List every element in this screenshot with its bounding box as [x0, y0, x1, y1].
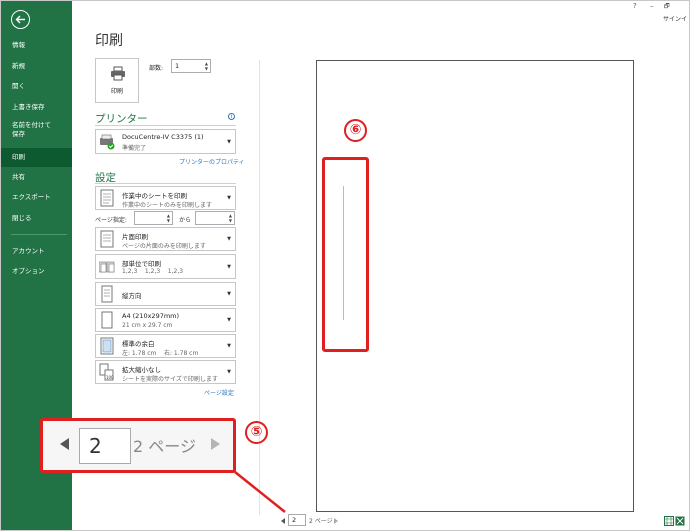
next-page-icon[interactable] — [334, 518, 338, 524]
sidebar-item-new[interactable]: 新規 — [1, 58, 72, 74]
copies-label: 部数: — [149, 65, 164, 72]
sidebar-item-print[interactable]: 印刷 — [1, 148, 72, 167]
info-icon[interactable]: i — [228, 113, 235, 120]
chevron-down-icon: ▼ — [227, 236, 231, 242]
margins-title: 標準の余白 — [122, 340, 155, 348]
sidebar-item-open[interactable]: 開く — [1, 78, 72, 94]
sidebar-item-share[interactable]: 共有 — [1, 169, 72, 185]
sides-dropdown[interactable]: 片面印刷 ページの片面のみを印刷します ▼ — [95, 227, 236, 251]
printer-ready-icon — [100, 134, 115, 149]
print-button-label: 印刷 — [110, 88, 123, 95]
scaling-desc: シートを実際のサイズで印刷します — [122, 376, 218, 383]
margins-dropdown[interactable]: 標準の余白 左: 1.78 cm 右: 1.78 cm ▼ — [95, 334, 236, 358]
page-range-label: ページ指定: — [95, 217, 127, 224]
printer-divider — [95, 125, 236, 126]
print-what-desc: 作業中のシートのみを印刷します — [122, 202, 213, 209]
stepper-down-icon[interactable]: ▼ — [229, 219, 232, 223]
sidebar-item-account[interactable]: アカウント — [1, 243, 72, 259]
zoomed-prev-page-icon — [60, 438, 69, 450]
callout-5-badge: ⑤ — [245, 421, 268, 444]
paper-size-title: A4 (210x297mm) — [122, 312, 180, 320]
preview-zoom-controls[interactable] — [664, 515, 686, 527]
printer-heading: プリンター — [95, 113, 148, 125]
svg-text:100: 100 — [106, 375, 114, 380]
printer-status: 準備完了 — [122, 145, 147, 152]
sides-title: 片面印刷 — [122, 233, 148, 241]
print-button[interactable]: 印刷 — [95, 58, 139, 103]
callout-6-highlight — [322, 157, 369, 352]
collate-dropdown[interactable]: 部単位で印刷 1,2,3 1,2,3 1,2,3 ▼ — [95, 254, 236, 279]
chevron-down-icon: ▼ — [227, 317, 231, 323]
chevron-down-icon: ▼ — [227, 369, 231, 375]
margins-icon — [100, 337, 114, 355]
sidebar-divider — [11, 234, 67, 235]
one-sided-icon — [100, 230, 114, 248]
page-number-input[interactable]: 2 — [288, 514, 306, 526]
sign-in-link[interactable]: サインイ — [663, 14, 687, 23]
sidebar-item-close[interactable]: 閉じる — [1, 210, 72, 226]
no-scaling-icon: 100 — [99, 363, 114, 381]
paper-size-desc: 21 cm x 29.7 cm — [122, 322, 173, 329]
collate-desc: 1,2,3 1,2,3 1,2,3 — [122, 268, 184, 275]
sidebar-item-options[interactable]: オプション — [1, 263, 72, 279]
page-setup-link[interactable]: ページ設定 — [204, 388, 234, 397]
paper-size-icon — [101, 311, 113, 329]
print-what-dropdown[interactable]: 作業中のシートを印刷 作業中のシートのみを印刷します ▼ — [95, 186, 236, 210]
zoom-to-page-icon[interactable] — [675, 516, 685, 526]
zoomed-page-total: 2 ページ — [133, 437, 196, 456]
zoomed-next-page-icon — [211, 438, 220, 450]
chevron-down-icon: ▼ — [227, 138, 231, 145]
printer-icon — [111, 66, 125, 81]
sidebar-item-save[interactable]: 上書き保存 — [1, 99, 72, 115]
back-arrow-icon[interactable] — [11, 10, 30, 29]
printer-name: DocuCentre-IV C3375 (1) — [122, 133, 204, 141]
chevron-down-icon: ▼ — [227, 263, 231, 270]
chevron-down-icon: ▼ — [227, 291, 231, 297]
panel-divider — [259, 60, 260, 515]
sidebar-item-save-as[interactable]: 名前を付けて 保存 — [1, 120, 72, 140]
page-to-label: から — [179, 217, 192, 224]
page-total-label: 2 ページ — [309, 518, 333, 525]
orientation-title: 縦方向 — [122, 292, 142, 300]
scaling-title: 拡大縮小なし — [122, 366, 161, 374]
print-what-title: 作業中のシートを印刷 — [122, 192, 187, 200]
collate-title: 部単位で印刷 — [122, 260, 161, 268]
minimize-button[interactable]: – — [650, 2, 654, 10]
show-margins-icon[interactable] — [664, 516, 674, 526]
scaling-dropdown[interactable]: 100 拡大縮小なし シートを実際のサイズで印刷します ▼ — [95, 360, 236, 384]
printer-dropdown[interactable]: DocuCentre-IV C3375 (1) 準備完了 ▼ — [95, 129, 236, 154]
chevron-down-icon: ▼ — [227, 195, 231, 201]
orientation-dropdown[interactable]: 縦方向 ▼ — [95, 282, 236, 306]
sheet-icon — [100, 189, 114, 207]
copies-value: 1 — [175, 62, 180, 70]
prev-page-icon[interactable] — [281, 518, 285, 524]
sidebar-item-info[interactable]: 情報 — [1, 37, 72, 53]
help-button[interactable]: ? — [633, 2, 637, 10]
page-to-stepper[interactable]: ▲ ▼ — [195, 211, 235, 225]
callout-5-pointer — [234, 471, 286, 513]
stepper-down-icon[interactable]: ▼ — [167, 219, 170, 223]
settings-divider — [95, 183, 236, 184]
sidebar-item-export[interactable]: エクスポート — [1, 189, 72, 205]
chevron-down-icon: ▼ — [227, 343, 231, 349]
copies-stepper[interactable]: 1 ▲ ▼ — [171, 59, 211, 73]
restore-button[interactable]: 🗗 — [664, 2, 670, 12]
callout-6-badge: ⑥ — [344, 119, 367, 142]
printer-properties-link[interactable]: プリンターのプロパティ — [179, 157, 245, 166]
collate-icon — [99, 261, 115, 272]
zoomed-page-field: 2 — [79, 428, 131, 464]
paper-size-dropdown[interactable]: A4 (210x297mm) 21 cm x 29.7 cm ▼ — [95, 308, 236, 332]
margins-desc: 左: 1.78 cm 右: 1.78 cm — [122, 350, 199, 357]
page-from-stepper[interactable]: ▲ ▼ — [134, 211, 173, 225]
sides-desc: ページの片面のみを印刷します — [122, 243, 206, 250]
page-title: 印刷 — [95, 33, 123, 49]
portrait-icon — [101, 285, 113, 303]
stepper-down-icon[interactable]: ▼ — [205, 67, 208, 71]
